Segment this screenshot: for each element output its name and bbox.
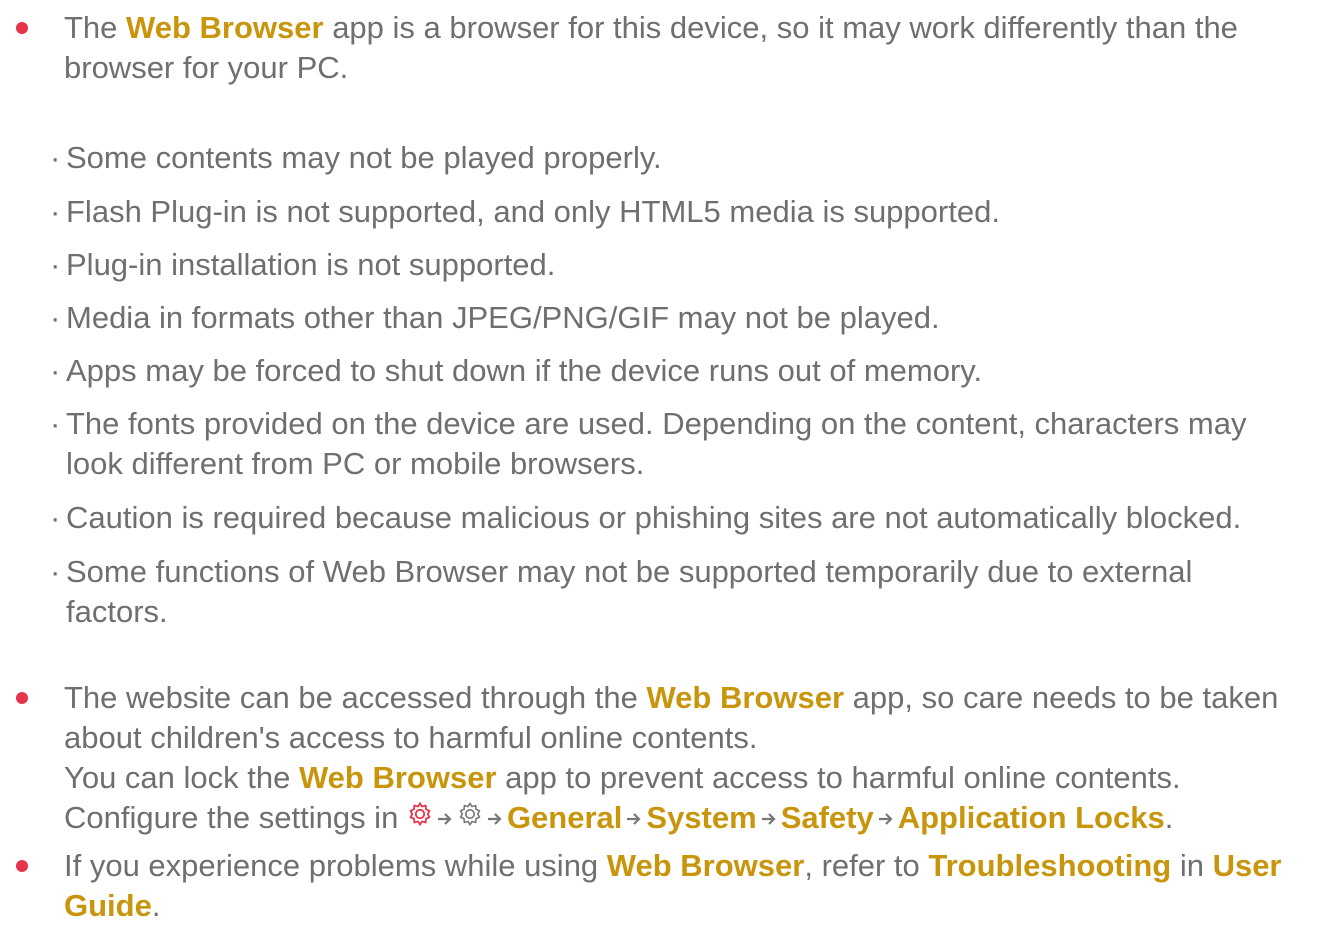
settings-icon <box>457 797 483 837</box>
list-item-text: Plug-in installation is not supported. <box>66 247 556 282</box>
bullet3-mid: , refer to <box>804 848 929 883</box>
list-marker: · <box>50 247 61 282</box>
user-guide-link: User <box>1212 848 1282 883</box>
period: . <box>1164 800 1174 835</box>
list-item-text: The fonts provided on the device are use… <box>66 406 1247 441</box>
bullet3-prefix: If you experience problems while using <box>64 848 607 883</box>
list-item: · The fonts provided on the device are u… <box>50 404 1320 484</box>
bullet3-line1: If you experience problems while using W… <box>64 846 1324 886</box>
settings-path-line: Configure the settings in General System S… <box>64 798 1324 840</box>
bullet2-line2: about children's access to harmful onlin… <box>64 720 758 755</box>
arrow-right-icon <box>486 798 504 838</box>
list-item-text: Flash Plug-in is not supported, and only… <box>66 194 1000 229</box>
bullet1-prefix: The <box>64 10 127 45</box>
arrow-right-icon <box>436 798 454 838</box>
list-marker: · <box>50 406 61 441</box>
list-marker: · <box>50 300 61 335</box>
list-marker: · <box>50 353 61 388</box>
arrow-right-icon <box>625 798 643 838</box>
list-item: · Some contents may not be played proper… <box>50 138 1320 178</box>
bullet2-line3-prefix: You can lock the <box>64 760 299 795</box>
list-item: · Flash Plug-in is not supported, and on… <box>50 192 1320 232</box>
app-name-highlight: Web Browser <box>126 10 324 45</box>
bullet-dot <box>16 860 28 872</box>
bullet3-in: in <box>1171 848 1213 883</box>
settings-path-prefix: Configure the settings in <box>64 800 407 835</box>
bullet-item-browser-note: The Web Browser app is a browser for thi… <box>16 8 1324 88</box>
bullet-dot <box>16 22 28 34</box>
app-name-highlight: Web Browser <box>606 848 805 883</box>
user-guide-link-continued: Guide <box>64 888 152 923</box>
bullet1-line1: The Web Browser app is a browser for thi… <box>64 8 1324 48</box>
list-item-text-continued: look different from PC or mobile browser… <box>66 446 645 481</box>
bullet-item-access-note: The website can be accessed through the … <box>16 678 1324 840</box>
list-marker: · <box>50 194 61 229</box>
app-name-highlight: Web Browser <box>646 680 845 715</box>
bullet-item-troubleshooting: If you experience problems while using W… <box>16 846 1324 926</box>
list-item-text: Apps may be forced to shut down if the d… <box>66 353 983 388</box>
list-item-text: Some contents may not be played properly… <box>66 140 662 175</box>
list-marker: · <box>50 140 61 175</box>
bullet1-suffix: app is a browser for this device, so it … <box>323 10 1238 45</box>
period: . <box>151 888 161 923</box>
arrow-right-icon <box>877 798 895 838</box>
bullet2-line3: You can lock the Web Browser app to prev… <box>64 758 1324 798</box>
list-item-text: Media in formats other than JPEG/PNG/GIF… <box>66 300 940 335</box>
list-item: · Plug-in installation is not supported. <box>50 245 1320 285</box>
list-item-text: Caution is required because malicious or… <box>66 500 1242 535</box>
app-name-highlight: Web Browser <box>298 760 497 795</box>
bullet-dot <box>16 692 28 704</box>
path-application-locks: Application Locks <box>897 800 1165 835</box>
path-general: General <box>506 800 623 835</box>
bullet2-suffix: app, so care needs to be taken <box>844 680 1279 715</box>
bullet2-line1: The website can be accessed through the … <box>64 678 1324 718</box>
list-item: · Caution is required because malicious … <box>50 498 1320 538</box>
list-item-text-continued: factors. <box>66 594 168 629</box>
document-page: The Web Browser app is a browser for thi… <box>0 0 1337 933</box>
troubleshooting-link: Troubleshooting <box>928 848 1172 883</box>
list-marker: · <box>50 500 61 535</box>
list-marker: · <box>50 554 61 589</box>
bullet1-line2: browser for your PC. <box>64 50 349 85</box>
gear-icon <box>407 797 433 837</box>
list-item-text: Some functions of Web Browser may not be… <box>66 554 1193 589</box>
arrow-right-icon <box>760 798 778 838</box>
bullet3-line2: Guide. <box>64 886 1324 926</box>
list-item: · Apps may be forced to shut down if the… <box>50 351 1320 391</box>
list-item: · Some functions of Web Browser may not … <box>50 552 1320 632</box>
bullet2-prefix: The website can be accessed through the <box>64 680 647 715</box>
path-system: System <box>646 800 757 835</box>
list-item: · Media in formats other than JPEG/PNG/G… <box>50 298 1320 338</box>
bullet2-line3-suffix: app to prevent access to harmful online … <box>496 760 1181 795</box>
path-safety: Safety <box>780 800 874 835</box>
